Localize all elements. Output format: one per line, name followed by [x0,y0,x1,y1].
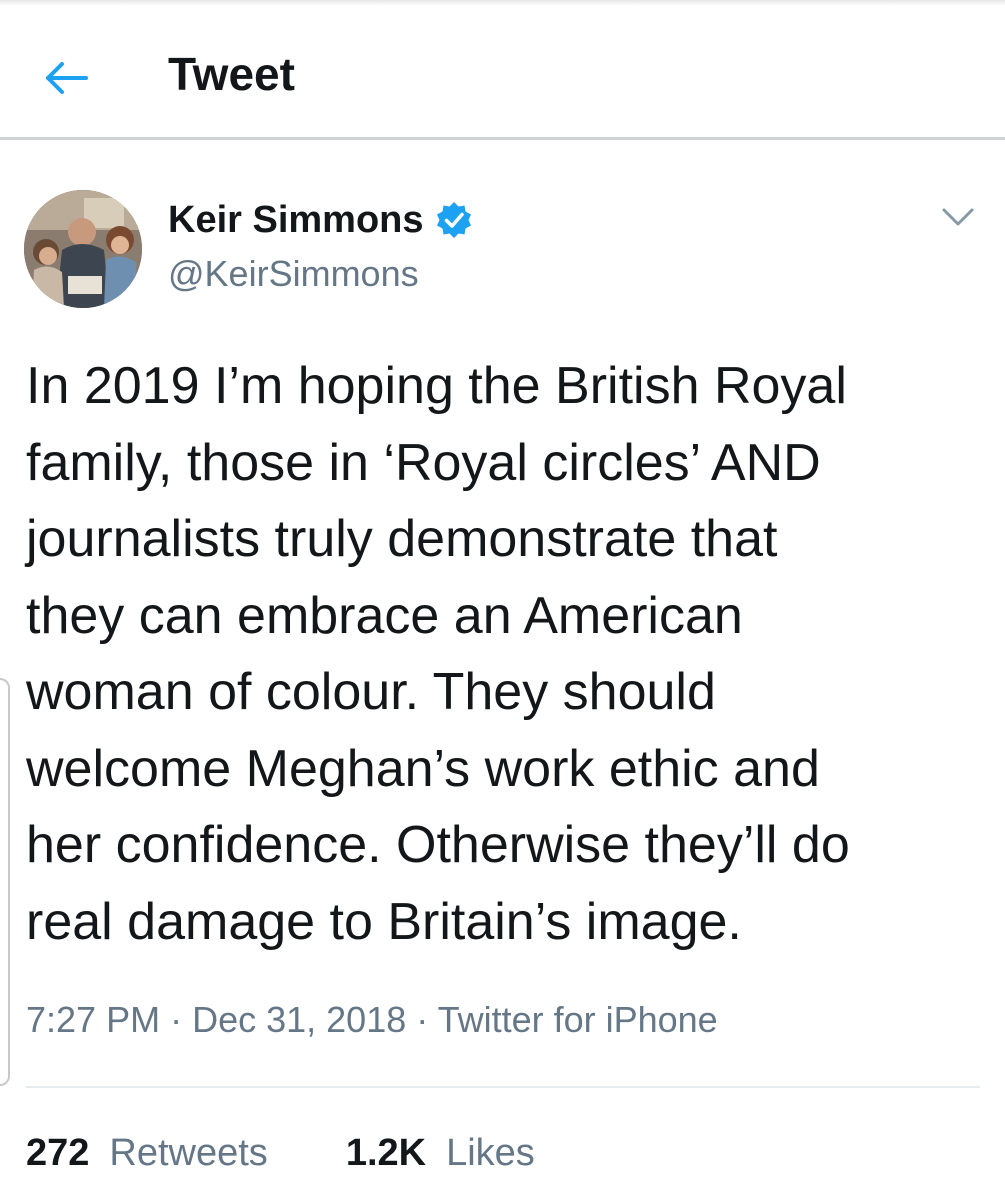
retweets-count: 272 [26,1132,90,1174]
tweet-stats: 272 Retweets 1.2K Likes [26,1128,535,1178]
avatar[interactable] [24,190,142,308]
likes-label: Likes [446,1132,535,1174]
meta-separator: · [406,999,438,1040]
author-name-row[interactable]: Keir Simmons [168,196,474,244]
meta-separator: · [160,999,193,1040]
divider [26,1086,980,1088]
chevron-down-icon [942,208,974,226]
avatar-photo [24,190,142,308]
app-header: Tweet [0,6,1005,140]
retweets-label: Retweets [109,1132,268,1174]
tweet-time: 7:27 PM [26,999,161,1040]
tweet-source-link[interactable]: Twitter for iPhone [438,999,718,1040]
author-handle[interactable]: @KeirSimmons [168,252,419,296]
retweets-stat[interactable]: 272 Retweets [26,1128,268,1178]
tweet-date: Dec 31, 2018 [192,999,407,1040]
author-name[interactable]: Keir Simmons [168,196,424,244]
page-title: Tweet [168,48,295,100]
tweet-text: In 2019 I’m hoping the British Royal fam… [26,357,850,951]
back-button[interactable] [38,50,94,106]
likes-stat[interactable]: 1.2K Likes [346,1128,535,1178]
tweet-menu-button[interactable] [938,200,978,234]
verified-badge-icon [436,202,471,238]
scroll-edge-handle [0,678,10,1086]
tweet-meta: 7:27 PM · Dec 31, 2018 · Twitter for iPh… [26,996,718,1044]
arrow-left-icon [46,62,88,94]
likes-count: 1.2K [345,1132,427,1174]
